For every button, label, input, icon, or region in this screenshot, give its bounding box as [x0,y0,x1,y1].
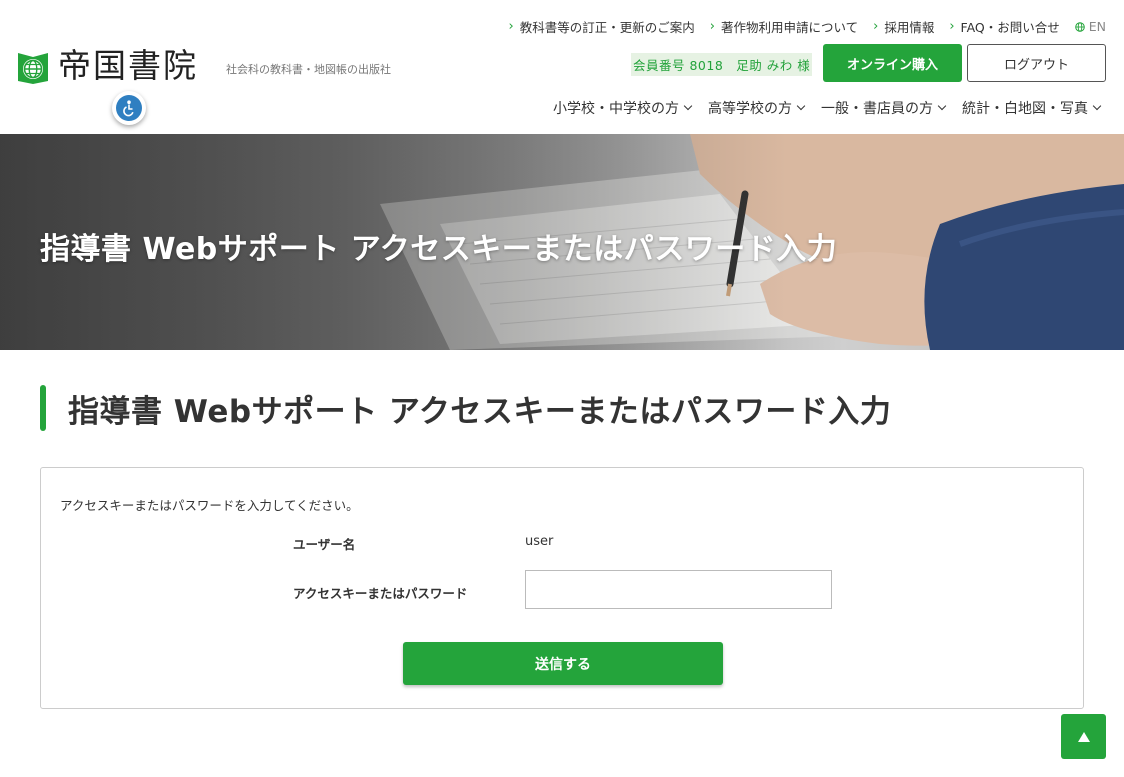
chevron-down-icon [683,101,693,111]
access-key-form: アクセスキーまたはパスワードを入力してください。 ユーザー名 user アクセス… [40,467,1084,709]
chevron-right-icon: › [508,19,514,34]
password-label: アクセスキーまたはパスワード [293,586,468,601]
util-link-copyright[interactable]: › 著作物利用申請について [710,17,858,36]
globe-icon [1074,21,1085,32]
language-label: EN [1088,19,1106,34]
accessibility-icon [116,95,142,121]
util-link-label: 採用情報 [884,20,935,35]
nav-item-label: 高等学校の方 [708,101,792,117]
page-title: 指導書 Webサポート アクセスキーまたはパスワード入力 [68,393,892,430]
nav-item-label: 小学校・中学校の方 [553,101,679,117]
username-value: user [525,534,554,549]
chevron-right-icon: › [873,19,879,34]
util-link-label: FAQ・お問い合せ [960,20,1060,35]
arrow-up-icon [1077,731,1090,742]
site-header: 帝国書院 社会科の教科書・地図帳の出版社 › 教科書等の訂正・更新のご案内 › … [0,0,1124,134]
nav-item-high-school[interactable]: 高等学校の方 [708,98,806,118]
page-top-button[interactable] [1061,714,1106,759]
online-purchase-button[interactable]: オンライン購入 [823,44,962,82]
chevron-down-icon [1092,101,1102,111]
page-heading: 指導書 Webサポート アクセスキーまたはパスワード入力 [40,385,891,431]
main-nav: 小学校・中学校の方 高等学校の方 一般・書店員の方 統計・白地図・写真 [536,98,1102,118]
chevron-right-icon: › [709,19,715,34]
nav-item-statistics-maps-photos[interactable]: 統計・白地図・写真 [962,98,1102,118]
nav-item-general-bookstore[interactable]: 一般・書店員の方 [821,98,947,118]
heading-accent-bar [40,385,46,431]
member-info: 会員番号 8018 足助 みわ 様 [631,53,813,76]
chevron-down-icon [937,101,947,111]
utility-links: › 教科書等の訂正・更新のご案内 › 著作物利用申請について › 採用情報 › … [494,17,1106,36]
util-link-faq[interactable]: › FAQ・お問い合せ [949,17,1059,36]
form-instruction: アクセスキーまたはパスワードを入力してください。 [60,498,359,513]
logo-text: 帝国書院 [58,46,198,85]
language-switch-en[interactable]: EN [1074,19,1106,34]
chevron-down-icon [796,101,806,111]
util-link-correction[interactable]: › 教科書等の訂正・更新のご案内 [509,17,695,36]
submit-button[interactable]: 送信する [403,642,723,685]
hero-banner: 指導書 Webサポート アクセスキーまたはパスワード入力 [0,134,1124,350]
util-link-recruit[interactable]: › 採用情報 [873,17,934,36]
password-input[interactable] [525,570,832,609]
nav-item-elementary-junior[interactable]: 小学校・中学校の方 [553,98,693,118]
site-tagline: 社会科の教科書・地図帳の出版社 [226,63,391,76]
username-label: ユーザー名 [293,537,356,552]
nav-item-label: 統計・白地図・写真 [962,101,1088,117]
site-logo[interactable]: 帝国書院 [16,46,198,86]
logout-button[interactable]: ログアウト [967,44,1106,82]
logo-globe-icon [16,48,50,84]
accessibility-button[interactable] [112,91,146,125]
nav-item-label: 一般・書店員の方 [821,101,933,117]
util-link-label: 著作物利用申請について [720,20,859,35]
hero-title: 指導書 Webサポート アクセスキーまたはパスワード入力 [40,232,838,267]
util-link-label: 教科書等の訂正・更新のご案内 [519,20,695,35]
chevron-right-icon: › [949,19,955,34]
